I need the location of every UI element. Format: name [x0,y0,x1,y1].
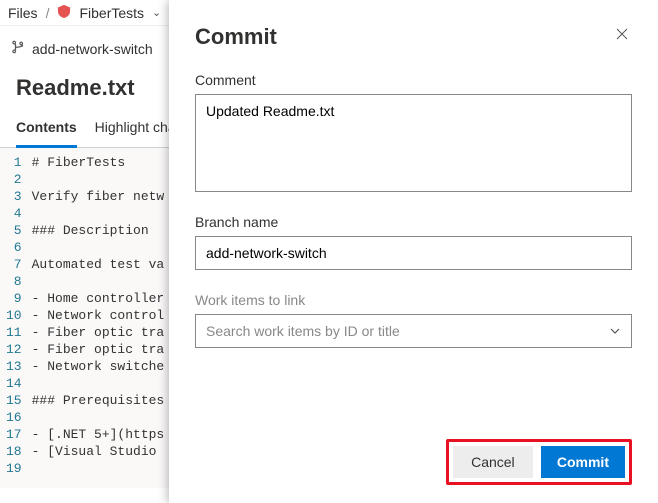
cancel-button[interactable]: Cancel [453,446,533,478]
breadcrumb-repo[interactable]: FiberTests [79,5,144,21]
line-gutter: 12345678910111213141516171819 [0,154,32,488]
close-button[interactable] [612,24,632,44]
workitems-combo[interactable]: Search work items by ID or title [195,314,632,348]
breadcrumb-separator: / [46,5,50,21]
breadcrumb-files[interactable]: Files [8,5,38,21]
branch-name-input[interactable] [195,236,632,270]
commit-dialog: Commit Comment Branch name Work items to… [169,0,658,503]
close-icon [614,26,630,42]
code-content: # FiberTests Verify fiber netw ### Descr… [32,154,165,488]
comment-label: Comment [195,72,632,88]
tab-contents[interactable]: Contents [16,111,77,148]
workitems-label: Work items to link [195,292,632,308]
branch-name-label: Branch name [195,214,632,230]
branch-name[interactable]: add-network-switch [32,41,153,57]
repo-icon [57,4,71,21]
branch-icon [12,40,26,57]
commit-button[interactable]: Commit [541,446,625,478]
chevron-down-icon[interactable]: ⌄ [152,6,161,19]
highlight-box: Cancel Commit [446,439,632,485]
comment-textarea[interactable] [195,94,632,192]
dialog-title: Commit [195,24,277,50]
tab-highlight[interactable]: Highlight cha [95,111,176,147]
chevron-down-icon [609,325,621,337]
workitems-placeholder: Search work items by ID or title [206,323,400,339]
